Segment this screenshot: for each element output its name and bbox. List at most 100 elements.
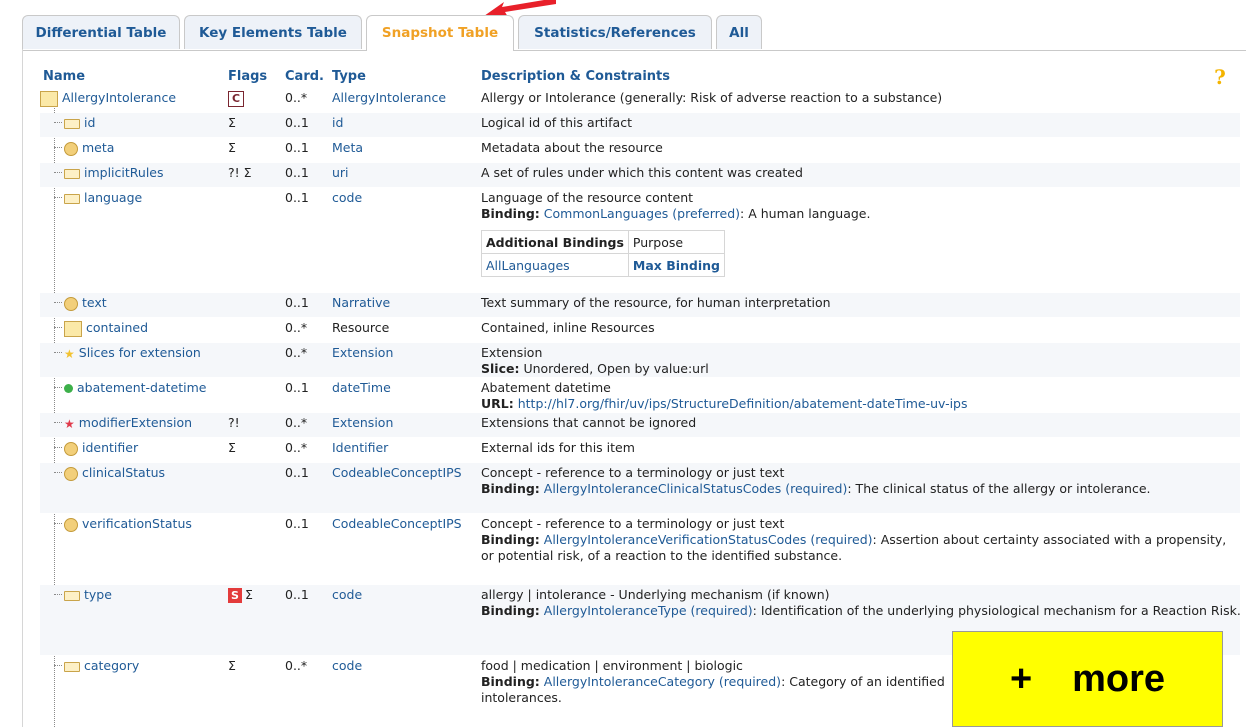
table-row: verificationStatus 0..1 CodeableConceptI…	[40, 514, 1240, 584]
cardinality: 0..1	[285, 115, 309, 130]
cardinality: 0..1	[285, 380, 309, 395]
slice-star-icon: ★	[64, 346, 75, 361]
column-header-description: Description & Constraints	[481, 69, 670, 84]
type-link[interactable]: code	[332, 190, 362, 205]
additional-bindings-table: Additional Bindings Purpose AllLanguages M…	[481, 230, 726, 277]
table-row: identifier Σ 0..* Identifier External id…	[40, 438, 1240, 462]
element-icon	[64, 661, 80, 672]
table-row: AllergyIntolerance C 0..* AllergyIntoler…	[40, 88, 1240, 112]
type-link[interactable]: AllergyIntolerance	[332, 90, 446, 105]
cardinality: 0..1	[285, 190, 309, 205]
description: Language of the resource content Binding…	[481, 190, 1241, 222]
type-link[interactable]: CodeableConceptIPS	[332, 516, 462, 531]
tree-elbow	[54, 472, 62, 473]
element-name[interactable]: text	[64, 295, 107, 311]
element-name[interactable]: language	[64, 190, 142, 205]
cardinality: 0..1	[285, 516, 309, 531]
datatype-icon	[64, 141, 78, 156]
description: Logical id of this artifact	[481, 115, 632, 130]
type-link[interactable]: id	[332, 115, 343, 130]
cardinality: 0..*	[285, 345, 308, 360]
must-support-flag[interactable]: S	[228, 588, 242, 603]
element-name[interactable]: implicitRules	[64, 165, 164, 180]
column-header-type: Type	[332, 69, 366, 84]
type-link[interactable]: uri	[332, 165, 349, 180]
type-link[interactable]: Extension	[332, 415, 393, 430]
element-name[interactable]: identifier	[64, 440, 138, 456]
element-name[interactable]: verificationStatus	[64, 516, 192, 532]
element-name[interactable]: contained	[64, 320, 148, 337]
element-name[interactable]: type	[64, 587, 112, 602]
element-name[interactable]: ★ Slices for extension	[64, 345, 201, 361]
tab-all[interactable]: All	[716, 15, 762, 49]
table-row: clinicalStatus 0..1 CodeableConceptIPS C…	[40, 463, 1240, 513]
type-link[interactable]: Meta	[332, 140, 363, 155]
description-text: Extension	[481, 345, 543, 360]
description: Allergy or Intolerance (generally: Risk …	[481, 90, 943, 105]
additional-binding-link[interactable]: AllLanguages	[481, 253, 629, 277]
element-name[interactable]: abatement-datetime	[64, 380, 206, 395]
description-text: Abatement datetime	[481, 380, 611, 395]
table-row: language 0..1 code Language of the resou…	[40, 188, 1240, 292]
binding-strength-link[interactable]: (required)	[810, 532, 872, 547]
flags: Σ	[228, 658, 236, 673]
element-name[interactable]: AllergyIntolerance	[40, 90, 176, 107]
binding-valueset-link[interactable]: AllergyIntoleranceVerificationStatusCode…	[544, 532, 807, 547]
cardinality: 0..*	[285, 658, 308, 673]
tab-differential-table[interactable]: Differential Table	[22, 15, 180, 49]
type-text: Resource	[332, 320, 390, 335]
tree-elbow	[54, 523, 62, 524]
tree-elbow	[54, 122, 62, 123]
binding-valueset-link[interactable]: AllergyIntoleranceType	[544, 603, 687, 618]
purpose-link[interactable]: Max Binding	[627, 253, 726, 277]
type-link[interactable]: Identifier	[332, 440, 388, 455]
flags: ?! Σ	[228, 165, 252, 180]
binding-valueset-link[interactable]: AllergyIntoleranceClinicalStatusCodes	[544, 481, 781, 496]
table-row: meta Σ 0..1 Meta Metadata about the reso…	[40, 138, 1240, 162]
cardinality: 0..1	[285, 295, 309, 310]
cardinality: 0..*	[285, 320, 308, 335]
url-line: URL: http://hl7.org/fhir/uv/ips/Structur…	[481, 396, 968, 411]
binding-strength-link[interactable]: (preferred)	[672, 206, 740, 221]
description-text: allergy | intolerance - Underlying mecha…	[481, 587, 830, 602]
type-link[interactable]: CodeableConceptIPS	[332, 465, 462, 480]
flags: SΣ	[228, 587, 253, 603]
type-link[interactable]: code	[332, 587, 362, 602]
element-icon	[64, 168, 80, 179]
element-name[interactable]: id	[64, 115, 95, 130]
resource-icon	[64, 320, 82, 337]
purpose-header: Purpose	[627, 230, 726, 254]
binding-valueset-link[interactable]: AllergyIntoleranceCategory	[544, 674, 715, 689]
table-row: ★ Slices for extension 0..* Extension Ext…	[40, 343, 1240, 377]
element-name[interactable]: ★ modifierExtension	[64, 415, 192, 431]
tab-key-elements-table[interactable]: Key Elements Table	[184, 15, 362, 49]
binding-strength-link[interactable]: (required)	[719, 674, 781, 689]
tab-snapshot-table[interactable]: Snapshot Table	[366, 15, 514, 51]
element-name[interactable]: meta	[64, 140, 114, 156]
extension-url-link[interactable]: http://hl7.org/fhir/uv/ips/StructureDefi…	[518, 396, 968, 411]
element-name[interactable]: category	[64, 658, 139, 673]
binding-valueset-link[interactable]: CommonLanguages	[544, 206, 669, 221]
binding-strength-link[interactable]: (required)	[691, 603, 753, 618]
type-link[interactable]: dateTime	[332, 380, 391, 395]
type-link[interactable]: code	[332, 658, 362, 673]
resource-icon	[40, 90, 58, 107]
cardinality: 0..1	[285, 140, 309, 155]
datatype-icon	[64, 441, 78, 456]
column-header-name: Name	[43, 69, 86, 84]
constraint-flag[interactable]: C	[228, 91, 245, 107]
type-link[interactable]: Narrative	[332, 295, 390, 310]
binding-strength-link[interactable]: (required)	[785, 481, 847, 496]
cardinality: 0..1	[285, 165, 309, 180]
description: Text summary of the resource, for human …	[481, 295, 831, 310]
type-link[interactable]: Extension	[332, 345, 393, 360]
cardinality: 0..*	[285, 415, 308, 430]
description: Extensions that cannot be ignored	[481, 415, 697, 430]
help-icon[interactable]: ?	[1210, 67, 1230, 87]
description: A set of rules under which this content …	[481, 165, 803, 180]
tab-statistics-references[interactable]: Statistics/References	[518, 15, 712, 49]
cardinality: 0..1	[285, 465, 309, 480]
element-name[interactable]: clinicalStatus	[64, 465, 165, 481]
tree-elbow	[54, 172, 62, 173]
column-header-flags: Flags	[228, 69, 268, 84]
